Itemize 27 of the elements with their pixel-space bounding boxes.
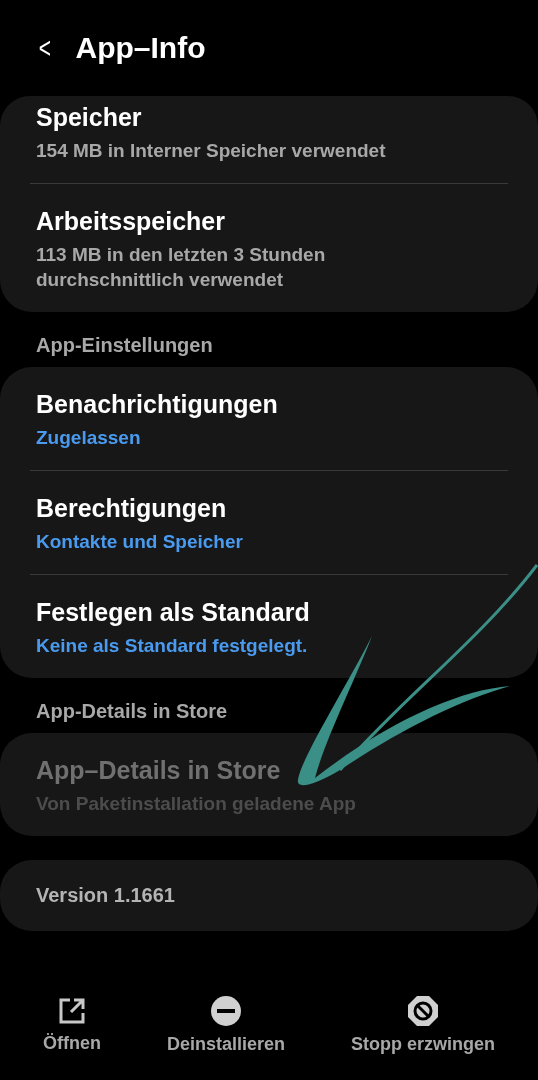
settings-item[interactable]: Berechtigungen Kontakte und Speicher	[30, 470, 508, 574]
item-summary: durchschnittlich verwendet	[36, 268, 285, 292]
screen-title: App–Info	[75, 31, 206, 65]
item-title: Berechtigungen	[36, 493, 228, 524]
action-button[interactable]: Öffnen	[39, 992, 105, 1058]
action-button[interactable]: Stopp erzwingen	[347, 991, 499, 1059]
stop-octagon-icon	[408, 995, 438, 1026]
settings-item[interactable]: Arbeitsspeicher 113 MB in den letzten 3 Stunden durchschnittlich verwendet	[30, 183, 508, 312]
action-button[interactable]: Deinstallieren	[162, 991, 289, 1059]
section-heading: App-Details in Store	[35, 699, 229, 724]
item-summary: Zugelassen	[36, 426, 142, 450]
minus-circle-icon	[211, 995, 241, 1026]
item-title: Festlegen als Standard	[36, 597, 311, 628]
item-title: Arbeitsspeicher	[36, 206, 226, 237]
settings-item[interactable]: Speicher 154 MB in Interner Speicher verwendet	[30, 96, 508, 183]
item-summary: 113 MB in den letzten 3 Stunden	[36, 243, 327, 267]
item-summary: 154 MB in Interner Speicher verwendet	[36, 139, 387, 163]
open-external-icon	[58, 996, 86, 1025]
section-heading: App-Einstellungen	[35, 333, 214, 358]
back-button[interactable]: <	[38, 33, 51, 63]
item-title: Benachrichtigungen	[36, 389, 279, 420]
item-title: App–Details in Store	[36, 755, 282, 786]
version-text: Version 1.1661	[36, 884, 175, 906]
item-title: Speicher	[36, 102, 143, 133]
settings-item[interactable]: Benachrichtigungen Zugelassen	[30, 367, 508, 470]
item-summary: Keine als Standard festgelegt.	[36, 634, 309, 658]
item-summary: Kontakte und Speicher	[36, 530, 244, 554]
